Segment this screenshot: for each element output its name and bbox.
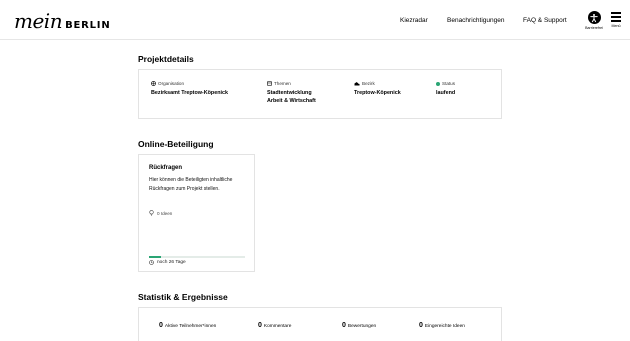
themen-label: Themen — [274, 81, 291, 86]
organisation-value: Bezirksamt Treptow-Köpenick — [151, 90, 228, 96]
stat-label: Kommentare — [263, 324, 292, 329]
bezirk-icon — [354, 82, 360, 86]
ideas-count-text: 0 Ideen — [157, 210, 173, 216]
time-progress-bar — [149, 256, 245, 258]
organisation-icon — [151, 81, 156, 86]
bezirk-label: Bezirk — [362, 81, 375, 86]
clock-icon — [149, 260, 154, 265]
themen-value-2: Arbeit & Wirtschaft — [267, 98, 316, 104]
status-value: laufend — [436, 90, 456, 96]
accessibility-icon — [587, 11, 601, 24]
section-title-statistik: Statistik & Ergebnisse — [138, 292, 228, 302]
detail-organisation: Organisation Bezirksamt Treptow-Köpenick — [151, 81, 228, 97]
themen-value-1: Stadtentwicklung — [267, 90, 312, 96]
section-title-projektdetails: Projektdetails — [138, 54, 194, 64]
participation-card-rueckfragen[interactable]: Rückfragen Hier können die Beteiligten i… — [138, 154, 255, 272]
accessibility-button[interactable]: Barrierefrei — [583, 11, 605, 30]
menu-label: Menü — [611, 23, 621, 28]
mein-berlin-logo[interactable]: mein BERLIN — [14, 11, 111, 31]
lightbulb-icon — [149, 210, 154, 216]
stat-submitted-ideas: 0 Eingereichte Ideen — [419, 322, 465, 329]
stat-number: 0 — [419, 322, 423, 329]
statistics-card: 0 Aktive Teilnehmer*innen 0 Kommentare 0… — [138, 307, 502, 341]
stat-label: Bewertungen — [347, 324, 377, 329]
status-label: Status — [442, 81, 456, 86]
logo-word: BERLIN — [65, 20, 111, 31]
time-progress-fill — [149, 256, 161, 258]
remaining-time-text: noch 26 Tage — [157, 260, 186, 265]
stat-label: Aktive Teilnehmer*innen — [164, 324, 217, 329]
accessibility-label: Barrierefrei — [585, 26, 603, 30]
stat-active-participants: 0 Aktive Teilnehmer*innen — [159, 322, 216, 329]
bezirk-value: Treptow-Köpenick — [354, 90, 401, 96]
nav-benachrichtigungen[interactable]: Benachrichtigungen — [447, 17, 504, 24]
menu-button[interactable]: Menü — [609, 12, 623, 28]
stat-label: Eingereichte Ideen — [424, 324, 465, 329]
site-header: mein BERLIN Kiezradar Benachrichtigungen… — [0, 0, 630, 40]
nav-kiezradar[interactable]: Kiezradar — [400, 17, 428, 24]
organisation-label: Organisation — [158, 81, 185, 86]
detail-themen: Themen Stadtentwicklung Arbeit & Wirtsch… — [267, 81, 316, 105]
stat-number: 0 — [342, 322, 346, 329]
participation-card-title[interactable]: Rückfragen — [149, 165, 182, 171]
nav-faq-support[interactable]: FAQ & Support — [523, 17, 567, 24]
section-title-online-beteiligung: Online-Beteiligung — [138, 139, 214, 149]
logo-script: mein — [14, 9, 63, 33]
detail-status: Status laufend — [436, 81, 455, 97]
detail-bezirk: Bezirk Treptow-Köpenick — [354, 81, 401, 97]
stat-number: 0 — [159, 322, 163, 329]
hamburger-icon — [609, 12, 623, 22]
status-dot-icon — [436, 81, 440, 86]
participation-card-description: Hier können die Beteiligten inhaltliche … — [149, 177, 233, 192]
stat-comments: 0 Kommentare — [258, 322, 291, 329]
themen-icon — [267, 81, 272, 86]
ideas-count: 0 Ideen — [149, 210, 172, 216]
remaining-time: noch 26 Tage — [149, 260, 186, 265]
project-details-card: Organisation Bezirksamt Treptow-Köpenick… — [138, 69, 502, 119]
stat-ratings: 0 Bewertungen — [342, 322, 376, 329]
stat-number: 0 — [258, 322, 262, 329]
